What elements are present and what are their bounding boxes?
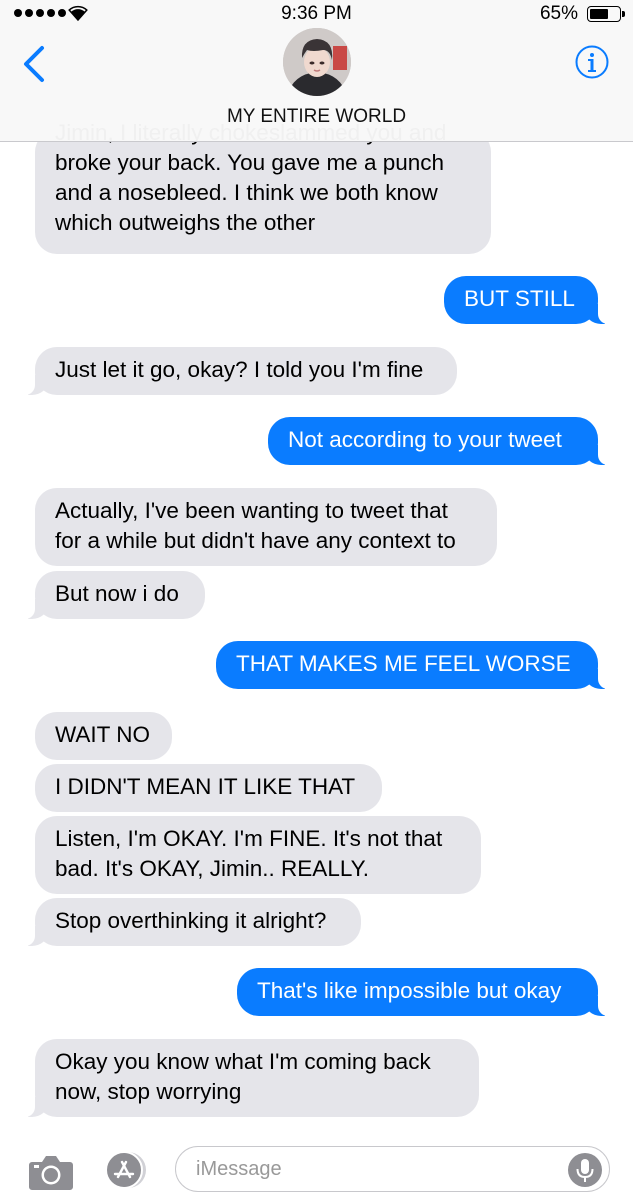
compose-bar xyxy=(0,1138,633,1200)
message-bubble-incoming: Listen, I'm OKAY. I'm FINE. It's not tha… xyxy=(35,816,481,894)
message-line: Actually, I've been wanting to tweet tha… xyxy=(55,498,448,523)
status-bar: 9:36 PM 65% xyxy=(0,0,633,30)
message-line: BUT STILL xyxy=(464,286,575,311)
avatar-image xyxy=(283,28,351,96)
message-line: That's like impossible but okay xyxy=(257,978,562,1003)
app-store-icon[interactable] xyxy=(102,1150,152,1190)
message-bubble-incoming: Just let it go, okay? I told you I'm fin… xyxy=(25,347,457,395)
message-line: and a nosebleed. I think we both know xyxy=(55,180,438,205)
message-bubble-outgoing: THAT MAKES ME FEEL WORSE xyxy=(216,641,608,689)
info-icon[interactable] xyxy=(575,45,609,79)
battery-level-fill xyxy=(590,9,609,19)
conversation-header: 9:36 PM 65% MY ENTIRE WORLD xyxy=(0,0,633,142)
message-line: WAIT NO xyxy=(55,722,150,747)
battery-percent: 65% xyxy=(539,3,578,24)
message-line: Just let it go, okay? I told you I'm fin… xyxy=(55,357,424,382)
contact-name[interactable]: MY ENTIRE WORLD xyxy=(0,106,633,128)
message-line: But now i do xyxy=(55,581,179,606)
message-bubble-outgoing: That's like impossible but okay xyxy=(237,968,608,1016)
imessage-input[interactable] xyxy=(175,1146,610,1192)
message-line: Not according to your tweet xyxy=(288,427,562,452)
message-bubble-incoming: But now i do xyxy=(25,571,205,619)
back-chevron-icon[interactable] xyxy=(20,44,50,84)
message-line: for a while but didn't have any context … xyxy=(55,528,456,553)
message-line: bad. It's OKAY, Jimin.. REALLY. xyxy=(55,856,370,881)
message-bubble-incoming: Actually, I've been wanting to tweet tha… xyxy=(35,488,497,566)
message-line: Okay you know what I'm coming back xyxy=(55,1049,431,1074)
message-bubble-incoming: I DIDN'T MEAN IT LIKE THAT xyxy=(35,764,382,812)
message-bubble-incoming: Jimin, I literally chokeslammed you and … xyxy=(35,120,491,254)
microphone-icon xyxy=(576,1159,594,1182)
status-time: 9:36 PM xyxy=(281,3,352,24)
microphone-button[interactable] xyxy=(568,1153,602,1187)
message-bubble-outgoing: Not according to your tweet xyxy=(268,417,608,465)
message-line: THAT MAKES ME FEEL WORSE xyxy=(236,651,571,676)
contact-avatar[interactable] xyxy=(283,28,351,96)
camera-icon[interactable] xyxy=(28,1152,74,1192)
message-line: I DIDN'T MEAN IT LIKE THAT xyxy=(55,774,356,799)
message-line: which outweighs the other xyxy=(55,210,316,235)
message-bubble-incoming: Stop overthinking it alright? xyxy=(25,898,361,946)
message-bubble-outgoing: BUT STILL xyxy=(444,276,608,324)
battery-icon xyxy=(587,6,625,22)
message-line: broke your back. You gave me a punch xyxy=(55,150,445,175)
conversation: Jimin, I literally chokeslammed you and … xyxy=(0,0,633,1200)
message-line: now, stop worrying xyxy=(55,1079,242,1104)
message-bubble-incoming: WAIT NO xyxy=(35,712,172,760)
message-bubble-incoming: Okay you know what I'm coming back now, … xyxy=(25,1039,479,1117)
message-line: Listen, I'm OKAY. I'm FINE. It's not tha… xyxy=(55,826,443,851)
message-line: Stop overthinking it alright? xyxy=(55,908,327,933)
